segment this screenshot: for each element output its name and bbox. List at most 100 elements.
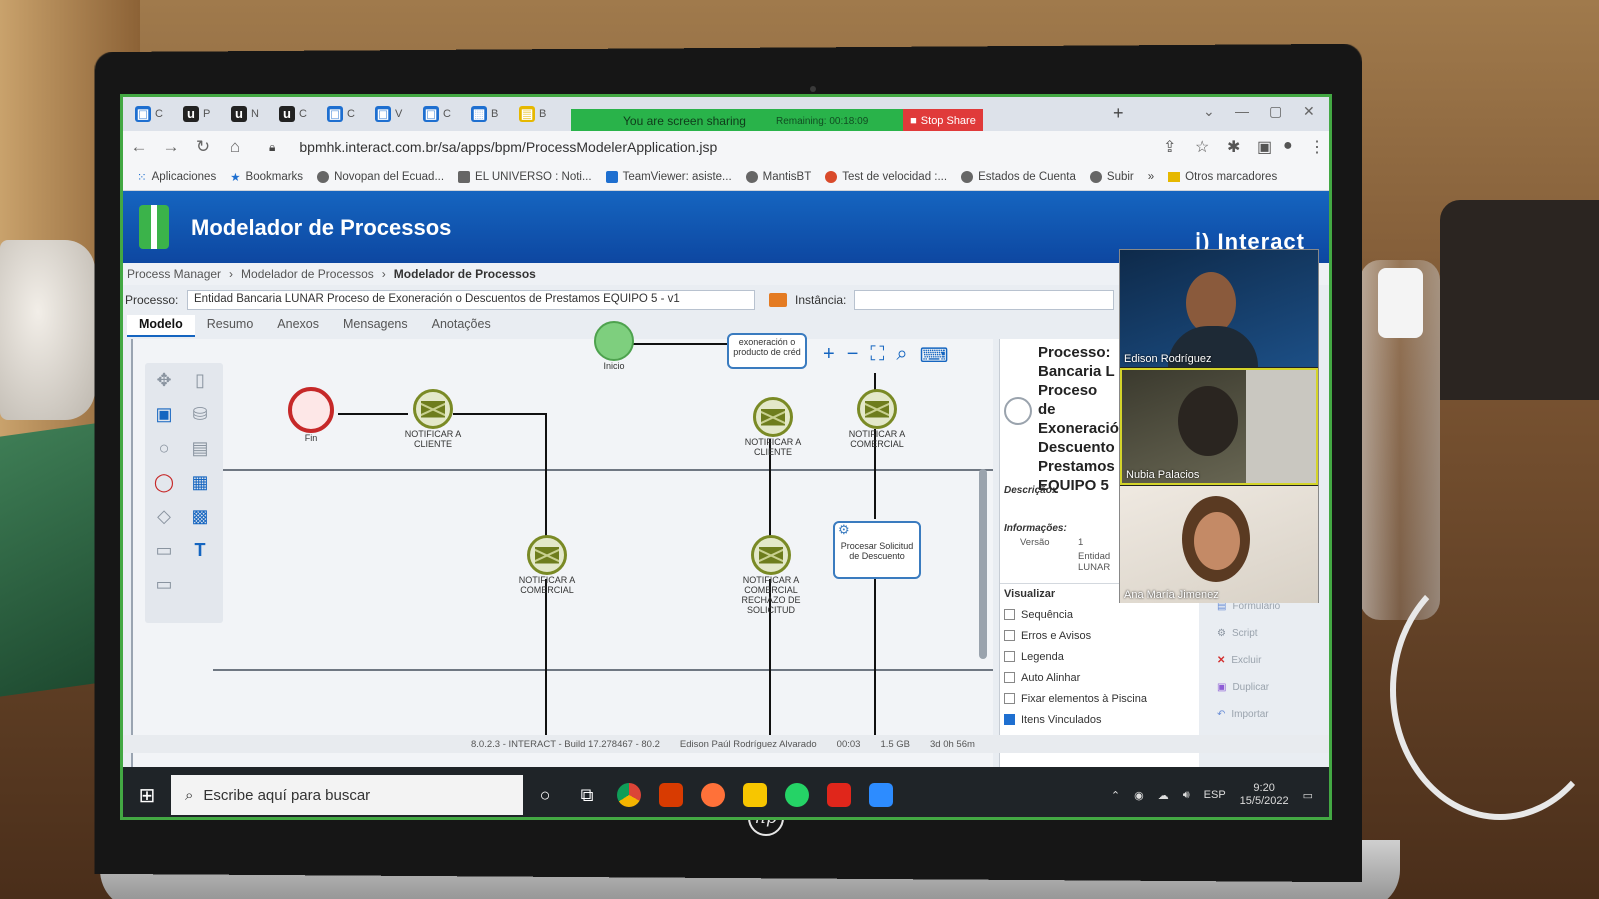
notify-commercial-event-2[interactable]: NOTIFICAR A COMERCIAL [515, 535, 579, 595]
action-script[interactable]: ⚙ Script [1199, 620, 1329, 647]
back-button[interactable]: ← [123, 137, 155, 157]
browser-tab[interactable]: ▦ B [465, 101, 513, 127]
stop-share-button[interactable]: ■ Stop Share [903, 109, 983, 133]
taskbar-search[interactable]: ⌕ Escribe aquí para buscar [171, 775, 523, 815]
bookmark-item[interactable]: Subir [1089, 170, 1134, 183]
start-event-tool-icon[interactable]: ○ [153, 437, 175, 459]
option-auto-alinhar[interactable]: Auto Alinhar [1000, 667, 1199, 688]
bookmark-item[interactable]: MantisBT [745, 170, 811, 183]
browser-tab[interactable]: uP [177, 101, 225, 127]
tab-mensagens[interactable]: Mensagens [331, 315, 420, 337]
start-event-inicio[interactable]: Inicio [589, 321, 639, 371]
menu-icon[interactable]: ⋮ [1309, 137, 1325, 157]
sticky-notes-icon[interactable] [735, 775, 775, 815]
option-fixar-elementos[interactable]: Fixar elementos à Piscina [1000, 688, 1199, 709]
breadcrumb-item[interactable]: Modelador de Processos [241, 267, 374, 281]
browser-tab[interactable]: ▣ C [321, 101, 369, 127]
video-tile[interactable]: Ana María Jimenez [1120, 486, 1318, 603]
clock[interactable]: 9:20 15/5/2022 [1240, 782, 1289, 808]
process-request-task[interactable]: ⚙ Procesar Solicitud de Descuento [833, 521, 921, 579]
bookmark-apps[interactable]: ⁙ Aplicaciones [137, 170, 216, 184]
sidebar-icon[interactable]: ▣ [1257, 137, 1272, 157]
gateway-tool-icon[interactable]: ◇ [153, 505, 175, 527]
task-top[interactable]: exoneración o producto de créd [727, 333, 807, 369]
search-icon[interactable]: ⌕ [896, 343, 907, 368]
notify-client-event[interactable]: NOTIFICAR A CLIENTE [403, 389, 463, 449]
cortana-icon[interactable]: ○ [525, 775, 565, 815]
home-button[interactable]: ⌂ [219, 137, 251, 157]
page-icon[interactable]: ▯ [189, 369, 211, 391]
bookmark-item[interactable]: EL UNIVERSO : Noti... [458, 170, 592, 183]
grid-icon[interactable]: ▦ [189, 471, 211, 493]
bookmark-item[interactable]: ★ Bookmarks [230, 170, 303, 184]
minimize-button[interactable]: — [1235, 103, 1249, 119]
notifications-icon[interactable]: ▭ [1303, 789, 1313, 802]
action-excluir[interactable]: ✕ Excluir [1199, 647, 1329, 674]
video-tile-active[interactable]: Nubia Palacios [1120, 368, 1318, 485]
forward-button[interactable]: → [155, 137, 187, 157]
bookmark-item[interactable]: Estados de Cuenta [961, 170, 1076, 183]
database-icon[interactable]: ⛁ [189, 403, 211, 425]
browser-tab[interactable]: uC [273, 101, 321, 127]
close-window-button[interactable]: ✕ [1303, 103, 1315, 120]
task-view-icon[interactable]: ⧉ [567, 775, 607, 815]
checkbox[interactable] [1004, 693, 1015, 704]
browser-tab[interactable]: uN [225, 101, 273, 127]
vertical-scrollbar[interactable] [979, 469, 987, 659]
cloud-icon[interactable]: ☁ [1158, 789, 1169, 802]
volume-icon[interactable]: 🔊︎ [1183, 789, 1190, 802]
end-event-tool-icon[interactable]: ◯ [153, 471, 175, 493]
new-tab-button[interactable]: + [1113, 103, 1124, 124]
bookmark-item[interactable]: Test de velocidad :... [825, 170, 947, 183]
end-event-fin[interactable]: Fin [283, 387, 339, 443]
bookmarks-overflow[interactable]: » [1148, 171, 1154, 183]
checkbox-checked[interactable] [1004, 714, 1015, 725]
profile-avatar[interactable]: ● [1283, 137, 1293, 155]
checkbox[interactable] [1004, 630, 1015, 641]
zoom-in-icon[interactable]: + [823, 343, 835, 368]
tab-resumo[interactable]: Resumo [195, 315, 266, 337]
chrome-icon[interactable] [609, 775, 649, 815]
network-icon[interactable]: ◉ [1134, 789, 1144, 802]
text-tool-icon[interactable]: T [189, 539, 211, 561]
bookmark-other[interactable]: Otros marcadores [1168, 171, 1277, 183]
browser-tab[interactable]: ▣ V [369, 101, 417, 127]
windows-start-button[interactable]: ⊞ [123, 783, 171, 808]
star-icon[interactable]: ☆ [1195, 137, 1209, 157]
option-itens-vinculados[interactable]: Itens Vinculados [1000, 709, 1199, 730]
maximize-button[interactable]: ▢ [1269, 103, 1282, 120]
notify-commercial-event[interactable]: NOTIFICAR A COMERCIAL [845, 389, 909, 449]
tab-modelo[interactable]: Modelo [127, 315, 195, 337]
checkbox[interactable] [1004, 609, 1015, 620]
bookmark-item[interactable]: TeamViewer: asiste... [605, 170, 732, 183]
browser-tab[interactable]: ▣ C [417, 101, 465, 127]
checkbox[interactable] [1004, 651, 1015, 662]
acrobat-icon[interactable] [819, 775, 859, 815]
bookmark-item[interactable]: Novopan del Ecuad... [317, 170, 444, 183]
task-tool-icon[interactable]: ▭ [153, 539, 175, 561]
notify-client-event-2[interactable]: NOTIFICAR A CLIENTE [741, 397, 805, 457]
whatsapp-icon[interactable] [777, 775, 817, 815]
share-icon[interactable]: ⇪ [1163, 137, 1176, 157]
tab-anotacoes[interactable]: Anotações [420, 315, 503, 337]
office-icon[interactable] [651, 775, 691, 815]
language-indicator[interactable]: ESP [1204, 789, 1226, 801]
pool-tool-icon[interactable]: ▤ [189, 437, 211, 459]
option-sequencia[interactable]: Sequência [1000, 604, 1199, 625]
firefox-icon[interactable] [693, 775, 733, 815]
instancia-field[interactable] [854, 290, 1115, 310]
chevron-down-icon[interactable]: ⌄ [1203, 103, 1215, 120]
video-tile[interactable]: Edison Rodríguez [1120, 250, 1318, 367]
subprocess-tool-icon[interactable]: ▭ [153, 573, 175, 595]
processo-field[interactable]: Entidad Bancaria LUNAR Proceso de Exoner… [187, 290, 755, 310]
option-legenda[interactable]: Legenda [1000, 646, 1199, 667]
browser-tab[interactable]: ▤ B [513, 101, 561, 127]
reload-button[interactable]: ↻ [187, 137, 219, 157]
action-importar[interactable]: ↶ Importar [1199, 701, 1329, 728]
url-field[interactable]: bpmhk.interact.com.br/sa/apps/bpm/Proces… [299, 139, 717, 155]
breadcrumb-item[interactable]: Process Manager [127, 267, 221, 281]
notify-commercial-reject-event[interactable]: NOTIFICAR A COMERCIAL RECHAZO DE SOLICIT… [737, 535, 805, 615]
browser-tab[interactable]: ▣ C [129, 101, 177, 127]
extensions-icon[interactable]: ✱ [1227, 137, 1240, 157]
chevron-up-icon[interactable]: ⌃ [1111, 789, 1120, 802]
